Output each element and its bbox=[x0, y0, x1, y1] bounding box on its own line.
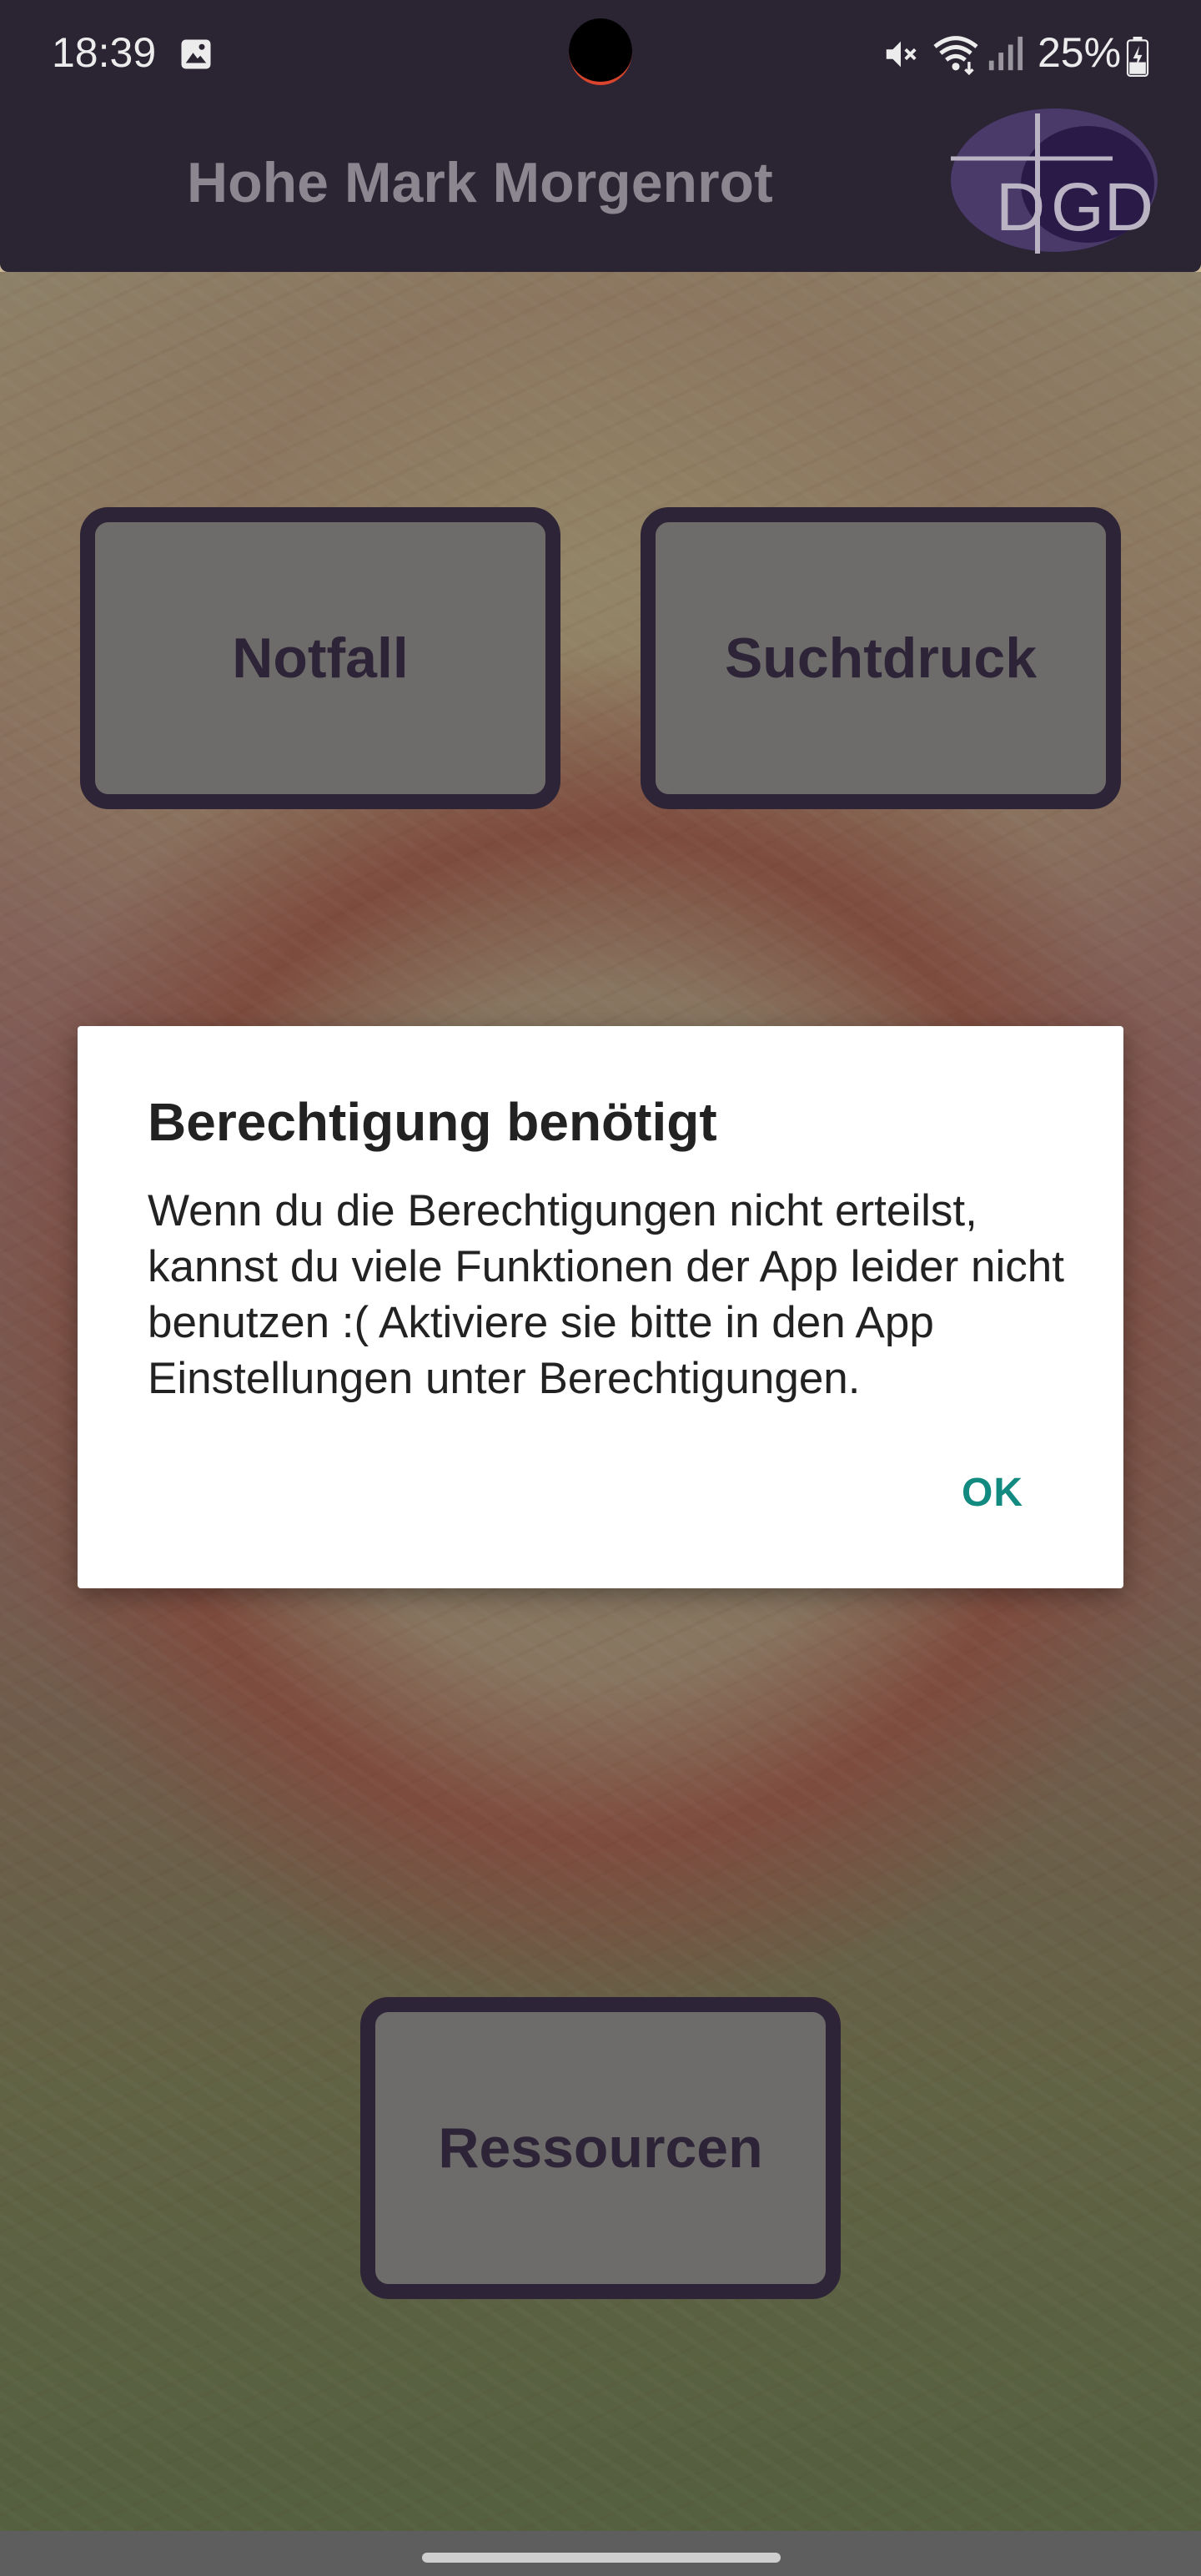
wifi-icon bbox=[933, 36, 978, 75]
dialog-message: Wenn du die Berechtigungen nicht erteils… bbox=[148, 1186, 1064, 1403]
notfall-button-label: Notfall bbox=[232, 626, 409, 690]
suchtdruck-button[interactable]: Suchtdruck bbox=[641, 507, 1121, 809]
status-bar: 18:39 25% bbox=[0, 0, 1201, 108]
mute-icon bbox=[886, 41, 917, 68]
front-camera-cutout bbox=[569, 18, 632, 85]
svg-text:GD: GD bbox=[1051, 169, 1153, 245]
app-bar: 18:39 25% Hohe Mark Morgenrot D GD bbox=[0, 0, 1201, 272]
signal-icon bbox=[988, 36, 1023, 71]
notfall-button[interactable]: Notfall bbox=[80, 507, 560, 809]
image-notification-icon bbox=[181, 39, 211, 69]
battery-charging-icon bbox=[1126, 37, 1149, 77]
dgd-logo: D GD bbox=[951, 108, 1158, 254]
app-title: Hohe Mark Morgenrot bbox=[187, 151, 773, 214]
ressourcen-button[interactable]: Ressourcen bbox=[360, 1997, 841, 2299]
svg-text:D: D bbox=[996, 169, 1045, 245]
suchtdruck-button-label: Suchtdruck bbox=[724, 626, 1038, 690]
status-time: 18:39 bbox=[52, 29, 157, 76]
gesture-handle[interactable] bbox=[422, 2553, 781, 2563]
navigation-bar bbox=[0, 2531, 1201, 2576]
ressourcen-button-label: Ressourcen bbox=[438, 2116, 763, 2180]
permission-dialog: Berechtigung benötigt Wenn du die Berech… bbox=[78, 1026, 1123, 1588]
dialog-ok-button[interactable]: OK bbox=[962, 1470, 1023, 1516]
battery-percent: 25% bbox=[1038, 29, 1122, 76]
dialog-title: Berechtigung benötigt bbox=[148, 1092, 717, 1152]
